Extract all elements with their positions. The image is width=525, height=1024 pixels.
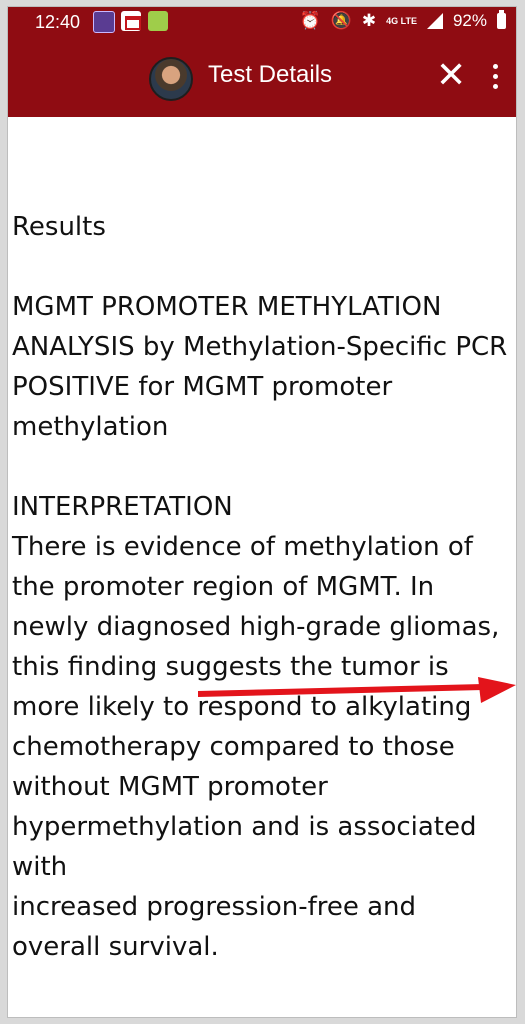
- app-notification-icon: [93, 11, 115, 33]
- close-button[interactable]: ✕: [436, 58, 466, 94]
- section-heading-results: Results: [12, 212, 106, 242]
- test-result: POSITIVE for MGMT promoter methylation: [12, 372, 393, 442]
- alarm-icon: ⏰: [299, 11, 321, 30]
- more-options-icon[interactable]: [488, 64, 502, 94]
- clock: 12:40: [35, 12, 81, 32]
- mute-icon: 🔕: [330, 11, 352, 30]
- signal-icon: [426, 13, 443, 29]
- app-notification-icon-2: [148, 11, 168, 31]
- page-title: Test Details: [208, 61, 333, 88]
- status-bar: 12:40 ⏰ 🔕 ✱ 4G LTE 92%: [8, 7, 516, 39]
- bluetooth-icon: ✱: [361, 11, 377, 30]
- section-heading-interpretation: INTERPRETATION: [12, 492, 233, 522]
- mail-notification-icon: [121, 11, 141, 31]
- test-name: MGMT PROMOTER METHYLATION ANALYSIS by Me…: [12, 292, 508, 362]
- report-content: Results MGMT PROMOTER METHYLATION ANALYS…: [12, 207, 512, 967]
- avatar[interactable]: [149, 57, 193, 101]
- battery-percent: 92%: [452, 11, 487, 30]
- network-label: 4G LTE: [386, 15, 417, 26]
- phone-screen: 12:40 ⏰ 🔕 ✱ 4G LTE 92% Test Details ✕ Re…: [8, 7, 516, 1017]
- interpretation-text-2: increased progression-free and overall s…: [12, 892, 417, 962]
- battery-icon: [497, 10, 506, 29]
- red-arrow-annotation: [198, 677, 516, 703]
- app-bar: Test Details ✕: [8, 39, 516, 117]
